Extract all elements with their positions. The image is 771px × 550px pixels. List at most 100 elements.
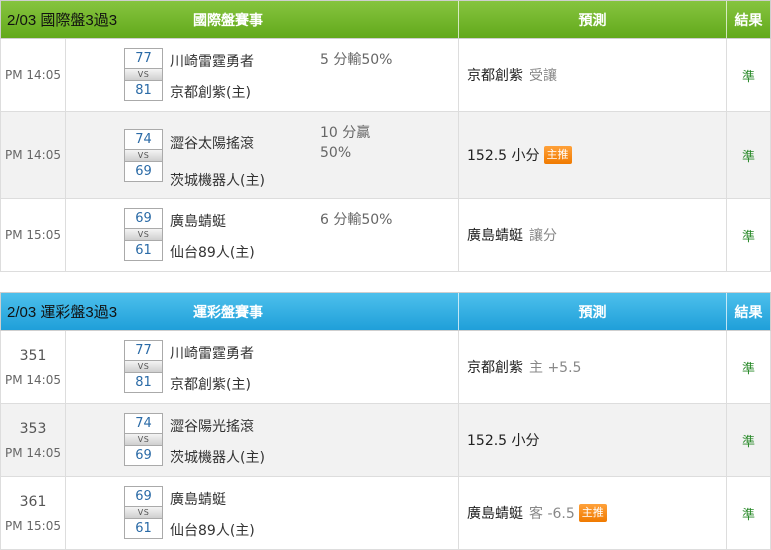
sports-lottery-table: 2/03 運彩盤3過3 運彩盤賽事 預測 結果 351 PM 14:05 77 … — [0, 292, 771, 550]
game-code: 351 — [19, 347, 47, 364]
odds-line-1: 10 分贏 — [320, 125, 371, 141]
prediction-cell: 京都創紫 主 +5.5 — [459, 331, 727, 403]
score-box: 77 VS 81 — [124, 48, 163, 101]
vs-label: VS — [124, 69, 163, 80]
time-cell: PM 14:05 — [1, 112, 66, 198]
home-team[interactable]: 茨城機器人(主) — [170, 170, 265, 190]
prediction-pick: 152.5 小分 — [467, 433, 540, 449]
score-box: 74 VS 69 — [124, 129, 163, 182]
home-score: 61 — [124, 518, 163, 539]
game-code: 361 — [19, 493, 47, 510]
table-date-title: 2/03 運彩盤3過3 — [7, 304, 118, 321]
game-time: PM 14:05 — [5, 148, 61, 162]
home-score: 81 — [124, 372, 163, 393]
prediction-cell: 廣島蜻蜓 客 -6.5 主推 — [459, 477, 727, 549]
odds-result: 6 分輸50% — [320, 210, 392, 230]
prediction-pick: 廣島蜻蜓 — [467, 506, 523, 522]
match-cell: 69 VS 61 廣島蜻蜓 仙台89人(主) — [66, 477, 459, 549]
home-score: 61 — [124, 240, 163, 261]
time-cell: 353 PM 14:05 — [1, 404, 66, 476]
match-cell: 77 VS 81 川崎雷霆勇者 京都創紫(主) 5 分輸50% — [66, 39, 459, 111]
event-column-header: 國際盤賽事 — [193, 12, 263, 29]
header-title-cell: 2/03 運彩盤3過3 運彩盤賽事 — [1, 293, 459, 330]
away-team[interactable]: 廣島蜻蜓 — [170, 211, 226, 231]
away-score: 77 — [124, 340, 163, 361]
score-box: 77 VS 81 — [124, 340, 163, 393]
time-cell: 351 PM 14:05 — [1, 331, 66, 403]
table-row[interactable]: PM 14:05 77 VS 81 川崎雷霆勇者 京都創紫(主) 5 分輸50%… — [0, 39, 771, 112]
table-header: 2/03 運彩盤3過3 運彩盤賽事 預測 結果 — [0, 292, 771, 331]
match-cell: 74 VS 69 澀谷太陽搖滾 茨城機器人(主) 10 分贏 50% — [66, 112, 459, 198]
table-row[interactable]: PM 14:05 74 VS 69 澀谷太陽搖滾 茨城機器人(主) 10 分贏 … — [0, 112, 771, 199]
time-cell: PM 14:05 — [1, 39, 66, 111]
result-cell: 準 — [741, 69, 755, 85]
home-team[interactable]: 茨城機器人(主) — [170, 447, 265, 467]
vs-label: VS — [124, 361, 163, 372]
match-cell: 77 VS 81 川崎雷霆勇者 京都創紫(主) — [66, 331, 459, 403]
home-team[interactable]: 仙台89人(主) — [170, 520, 255, 540]
prediction-cell: 京都創紫 受讓 — [459, 39, 727, 111]
score-box: 69 VS 61 — [124, 208, 163, 261]
intl-odds-table: 2/03 國際盤3過3 國際盤賽事 預測 結果 PM 14:05 77 VS 8… — [0, 0, 771, 272]
game-time: PM 14:05 — [5, 68, 61, 82]
prediction-pick: 京都創紫 — [467, 360, 523, 376]
home-team[interactable]: 京都創紫(主) — [170, 374, 251, 394]
result-cell: 準 — [741, 149, 755, 165]
table-row[interactable]: 353 PM 14:05 74 VS 69 澀谷陽光搖滾 茨城機器人(主) 15… — [0, 404, 771, 477]
featured-tag: 主推 — [543, 146, 572, 164]
away-score: 74 — [124, 413, 163, 434]
away-team[interactable]: 廣島蜻蜓 — [170, 489, 226, 509]
prediction-column-header: 預測 — [459, 1, 727, 38]
result-cell: 準 — [741, 434, 755, 450]
away-team[interactable]: 澀谷陽光搖滾 — [170, 416, 254, 436]
odds-line-1: 5 分輸50% — [320, 52, 393, 68]
result-cell: 準 — [741, 507, 755, 523]
result-cell: 準 — [741, 229, 755, 245]
prediction-column-header: 預測 — [459, 293, 727, 330]
prediction-pick: 152.5 小分 — [467, 148, 540, 164]
prediction-pick: 京都創紫 — [467, 68, 523, 84]
match-cell: 69 VS 61 廣島蜻蜓 仙台89人(主) 6 分輸50% — [66, 199, 459, 271]
result-column-header: 結果 — [734, 12, 763, 29]
event-column-header: 運彩盤賽事 — [193, 304, 263, 321]
time-cell: 361 PM 15:05 — [1, 477, 66, 549]
result-cell: 準 — [741, 361, 755, 377]
prediction-detail: 讓分 — [529, 228, 557, 244]
prediction-detail: 受讓 — [529, 68, 557, 84]
odds-line-2: 50% — [320, 145, 352, 161]
home-team[interactable]: 仙台89人(主) — [170, 242, 255, 262]
home-score: 69 — [124, 161, 163, 182]
prediction-cell: 廣島蜻蜓 讓分 — [459, 199, 727, 271]
away-score: 69 — [124, 208, 163, 229]
odds-result: 10 分贏 50% — [320, 123, 370, 163]
away-team[interactable]: 川崎雷霆勇者 — [170, 51, 254, 71]
away-team[interactable]: 川崎雷霆勇者 — [170, 343, 254, 363]
prediction-cell: 152.5 小分 主推 — [459, 112, 727, 198]
away-team[interactable]: 澀谷太陽搖滾 — [170, 133, 254, 153]
table-header: 2/03 國際盤3過3 國際盤賽事 預測 結果 — [0, 0, 771, 39]
home-team[interactable]: 京都創紫(主) — [170, 82, 251, 102]
table-date-title: 2/03 國際盤3過3 — [7, 12, 118, 29]
game-time: PM 14:05 — [5, 445, 61, 460]
vs-label: VS — [124, 229, 163, 240]
odds-line-1: 6 分輸50% — [320, 212, 393, 228]
table-row[interactable]: 361 PM 15:05 69 VS 61 廣島蜻蜓 仙台89人(主) 廣島蜻蜓… — [0, 477, 771, 550]
away-score: 74 — [124, 129, 163, 150]
featured-tag: 主推 — [578, 504, 607, 522]
score-box: 74 VS 69 — [124, 413, 163, 466]
away-score: 77 — [124, 48, 163, 69]
vs-label: VS — [124, 434, 163, 445]
header-title-cell: 2/03 國際盤3過3 國際盤賽事 — [1, 1, 459, 38]
prediction-cell: 152.5 小分 — [459, 404, 727, 476]
home-score: 81 — [124, 80, 163, 101]
odds-result: 5 分輸50% — [320, 50, 392, 70]
result-column-header: 結果 — [734, 304, 763, 321]
game-code: 353 — [19, 420, 47, 437]
table-row[interactable]: 351 PM 14:05 77 VS 81 川崎雷霆勇者 京都創紫(主) 京都創… — [0, 331, 771, 404]
time-cell: PM 15:05 — [1, 199, 66, 271]
game-time: PM 15:05 — [5, 228, 61, 242]
home-score: 69 — [124, 445, 163, 466]
game-time: PM 14:05 — [5, 372, 61, 387]
prediction-detail: 客 -6.5 — [529, 506, 575, 522]
table-row[interactable]: PM 15:05 69 VS 61 廣島蜻蜓 仙台89人(主) 6 分輸50% … — [0, 199, 771, 272]
